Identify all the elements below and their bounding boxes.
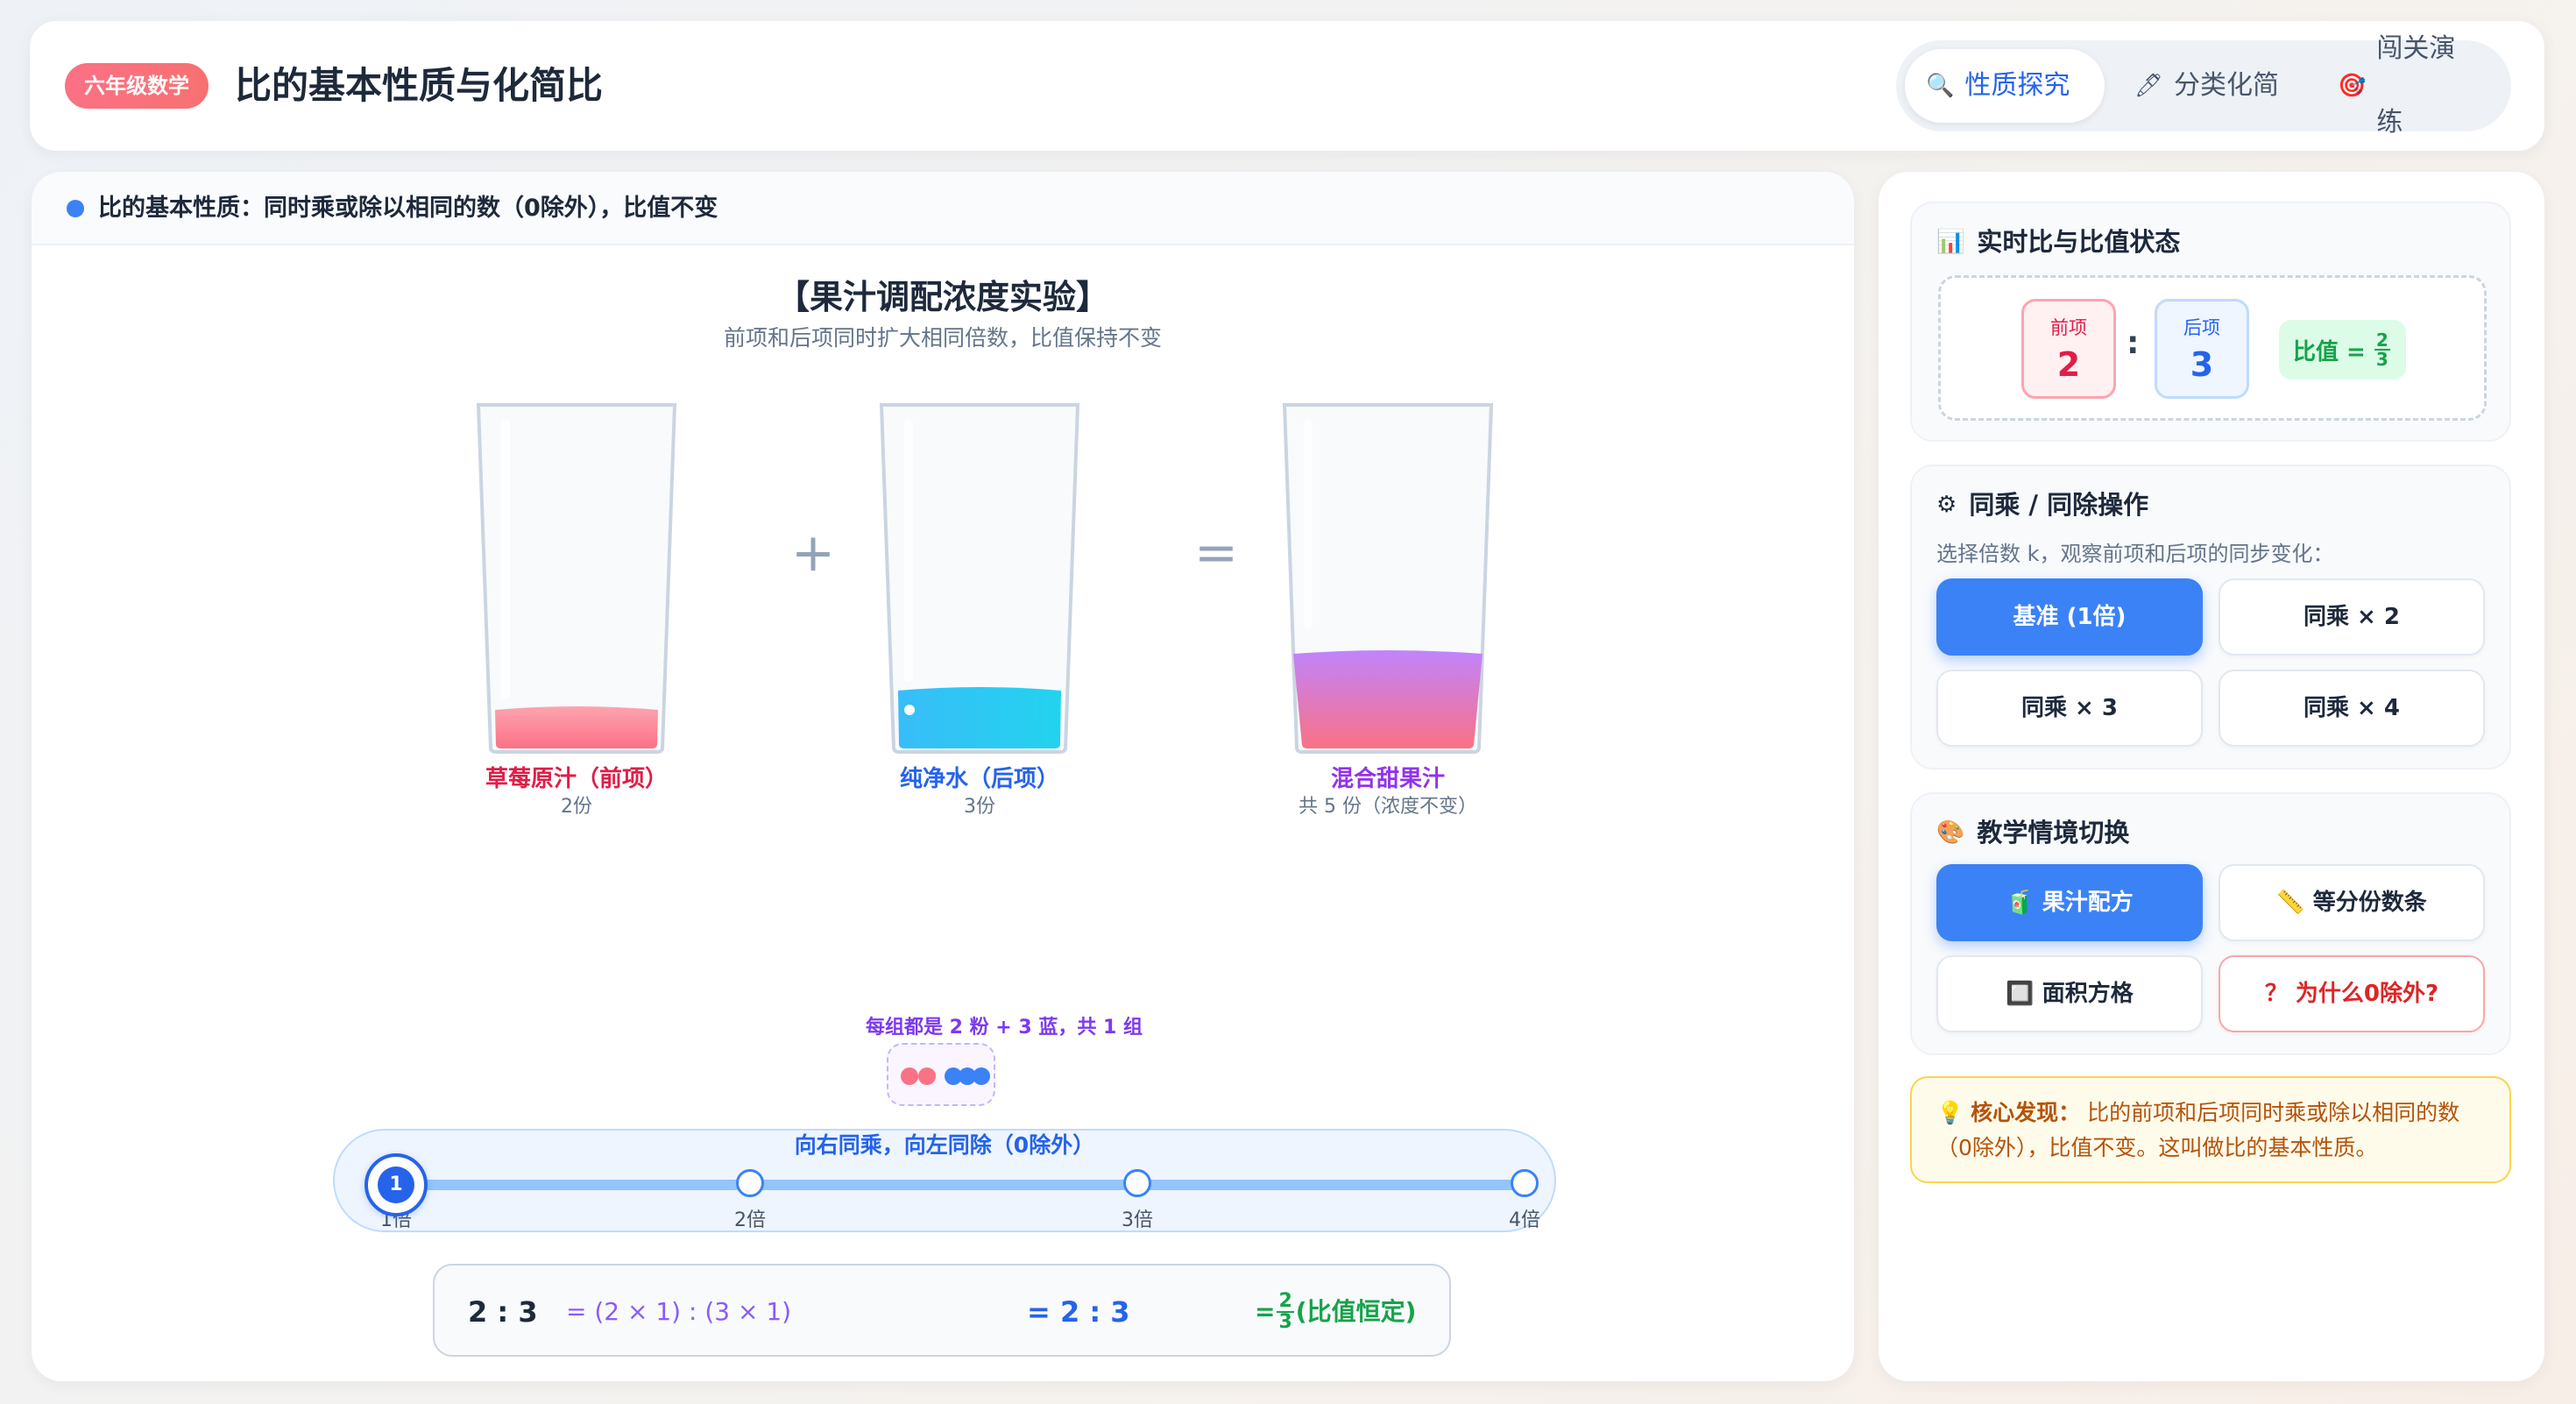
ratio-colon: : xyxy=(2127,325,2140,361)
ratio-value-label: 比值 = xyxy=(2293,338,2366,365)
ratio-display: 前项 2 : 后项 3 比值 = 2 3 xyxy=(1938,275,2487,421)
front-term: 前项 2 xyxy=(2021,299,2116,399)
ratio-status-card: 📊 实时比与比值状态 前项 2 : 后项 3 比值 = 2 3 xyxy=(1910,202,2511,442)
card-title-text: 同乘 / 同除操作 xyxy=(1969,490,2149,520)
why-not-zero-button[interactable]: ？ 为什么0除外? xyxy=(2219,955,2485,1032)
multiply-2-button[interactable]: 同乘 × 2 xyxy=(2219,578,2485,656)
gear-icon: ⚙ xyxy=(1936,492,1957,518)
formula-fraction-den: 3 xyxy=(1278,1311,1292,1333)
strawberry-cup xyxy=(476,403,677,754)
mixed-juice-cup xyxy=(1282,403,1494,754)
ratio-den: 3 xyxy=(2375,349,2388,370)
slider-caption: 向右同乘，向左同除（0除外） xyxy=(794,1132,1095,1158)
plus-sign: + xyxy=(790,522,836,584)
grade-badge: 六年级数学 xyxy=(65,63,209,109)
ratio-value-badge: 比值 = 2 3 xyxy=(2279,320,2406,379)
card-title: 📊 实时比与比值状态 xyxy=(1936,224,2180,259)
formula-value-suffix: (比值恒定) xyxy=(1295,1297,1417,1326)
app-header: 六年级数学 比的基本性质与化简比 🔍 性质探究 🖊 分类化简 🎯 闯关演练 xyxy=(30,21,2544,151)
formula-base: 2 : 3 xyxy=(468,1295,538,1329)
target-icon: 🎯 xyxy=(2338,73,2367,99)
front-term-label: 前项 xyxy=(2050,317,2087,338)
tab-label: 闯关演练 xyxy=(2376,33,2456,138)
card-title-text: 实时比与比值状态 xyxy=(1977,227,2181,257)
pink-dot xyxy=(918,1067,936,1085)
bullet-dot-icon xyxy=(67,200,84,217)
slider-stop-label: 4倍 xyxy=(1509,1209,1540,1231)
experiment-panel: 比的基本性质：同时乘或除以相同的数（0除外），比值不变 【果汁调配浓度实验】 前… xyxy=(32,172,1854,1381)
grid-scenario-button[interactable]: 🔲 面积方格 xyxy=(1936,955,2203,1032)
tab-bar: 🔍 性质探究 🖊 分类化简 🎯 闯关演练 xyxy=(1896,33,2511,138)
tab-label: 分类化简 xyxy=(2174,70,2280,101)
scenario-card: 🎨 教学情境切换 🧃 果汁配方 📏 等分份数条 🔲 面积方格 ？ 为什么0除外? xyxy=(1910,792,2511,1055)
insight-label: 核心发现： xyxy=(1971,1100,2081,1125)
tab-practice[interactable]: 🎯 闯关演练 xyxy=(2317,33,2502,138)
property-statement: 比的基本性质：同时乘或除以相同的数（0除外），比值不变 xyxy=(98,195,718,222)
ratio-num: 2 xyxy=(2374,330,2390,351)
search-icon: 🔍 xyxy=(1926,73,1955,99)
equals-sign: = xyxy=(1193,522,1239,584)
experiment-title: 【果汁调配浓度实验】 xyxy=(775,278,1109,316)
slider-track[interactable] xyxy=(366,1180,1523,1190)
slider-stop-3[interactable] xyxy=(1123,1169,1151,1197)
back-term-label: 后项 xyxy=(2183,317,2220,338)
multiply-4-button[interactable]: 同乘 × 4 xyxy=(2219,670,2485,747)
slider-thumb[interactable]: 1 xyxy=(364,1153,428,1216)
blue-dot xyxy=(973,1067,990,1085)
page-title: 比的基本性质与化简比 xyxy=(235,64,604,107)
cup-count-front: 2份 xyxy=(561,796,592,818)
insight-box: 💡 核心发现： 比的前项和后项同时乘或除以相同的数（0除外），比值不变。这叫做比… xyxy=(1910,1076,2511,1183)
multiplier-slider[interactable]: 向右同乘，向左同除（0除外） 1倍 2倍 3倍 4倍 1 xyxy=(333,1129,1556,1232)
control-panel: 📊 实时比与比值状态 前项 2 : 后项 3 比值 = 2 3 ⚙ 同乘 / 同… xyxy=(1879,172,2544,1381)
slider-stop-2[interactable] xyxy=(736,1169,764,1197)
operation-card: ⚙ 同乘 / 同除操作 选择倍数 k，观察前项和后项的同步变化： 基准 (1倍)… xyxy=(1910,464,2511,769)
formula-value: = 2 3 (比值恒定) xyxy=(1255,1266,1416,1358)
lightbulb-icon: 💡 xyxy=(1936,1100,1964,1125)
card-title-text: 教学情境切换 xyxy=(1977,818,2130,847)
cup-count-back: 3份 xyxy=(964,796,995,818)
juice-scenario-button[interactable]: 🧃 果汁配方 xyxy=(1936,864,2203,941)
ratio-formula: 2 : 3 = (2 × 1) : (3 × 1) = 2 : 3 = 2 3 … xyxy=(433,1264,1451,1357)
card-title: ⚙ 同乘 / 同除操作 xyxy=(1936,487,2148,522)
water-cup xyxy=(879,403,1080,754)
pencil-icon: 🖊 xyxy=(2134,73,2164,99)
cup-label-mix: 混合甜果汁 xyxy=(1330,766,1445,792)
back-term: 后项 3 xyxy=(2155,299,2249,399)
formula-value-prefix: = xyxy=(1255,1297,1276,1326)
palette-icon: 🎨 xyxy=(1936,819,1965,846)
cup-label-front: 草莓原汁（前项） xyxy=(485,766,668,792)
multiply-3-button[interactable]: 同乘 × 3 xyxy=(1936,670,2203,747)
back-term-value: 3 xyxy=(2190,345,2214,384)
card-title: 🎨 教学情境切换 xyxy=(1936,815,2129,850)
tab-simplify[interactable]: 🖊 分类化简 xyxy=(2113,49,2306,123)
group-caption: 每组都是 2 粉 + 3 蓝，共 1 组 xyxy=(866,1017,1143,1039)
slider-stop-label: 3倍 xyxy=(1122,1209,1153,1231)
formula-fraction-num: 2 xyxy=(1277,1290,1294,1313)
bar-chart-icon: 📊 xyxy=(1936,229,1965,255)
front-term-value: 2 xyxy=(2056,345,2081,384)
formula-result: = 2 : 3 xyxy=(1027,1295,1130,1329)
slider-thumb-value: 1 xyxy=(378,1166,414,1203)
cup-label-back: 纯净水（后项） xyxy=(899,766,1059,792)
formula-expanded: = (2 × 1) : (3 × 1) xyxy=(566,1297,792,1326)
pink-dot xyxy=(901,1067,918,1085)
operation-hint: 选择倍数 k，观察前项和后项的同步变化： xyxy=(1936,542,2334,566)
panel-header: 比的基本性质：同时乘或除以相同的数（0除外），比值不变 xyxy=(32,172,1854,245)
cup-count-mix: 共 5 份（浓度不变） xyxy=(1299,796,1477,818)
base-multiplier-button[interactable]: 基准 (1倍) xyxy=(1936,578,2203,656)
ratio-value-fraction: 2 3 xyxy=(2374,331,2390,368)
slider-stop-label: 2倍 xyxy=(734,1209,766,1231)
formula-fraction: 2 3 xyxy=(1277,1290,1294,1333)
slider-stop-4[interactable] xyxy=(1511,1169,1539,1197)
tab-explore[interactable]: 🔍 性质探究 xyxy=(1905,49,2105,123)
bar-scenario-button[interactable]: 📏 等分份数条 xyxy=(2219,864,2485,941)
group-dots xyxy=(887,1043,995,1106)
experiment-subtitle: 前项和后项同时扩大相同倍数，比值保持不变 xyxy=(723,325,1162,351)
tab-label: 性质探究 xyxy=(1964,70,2070,101)
